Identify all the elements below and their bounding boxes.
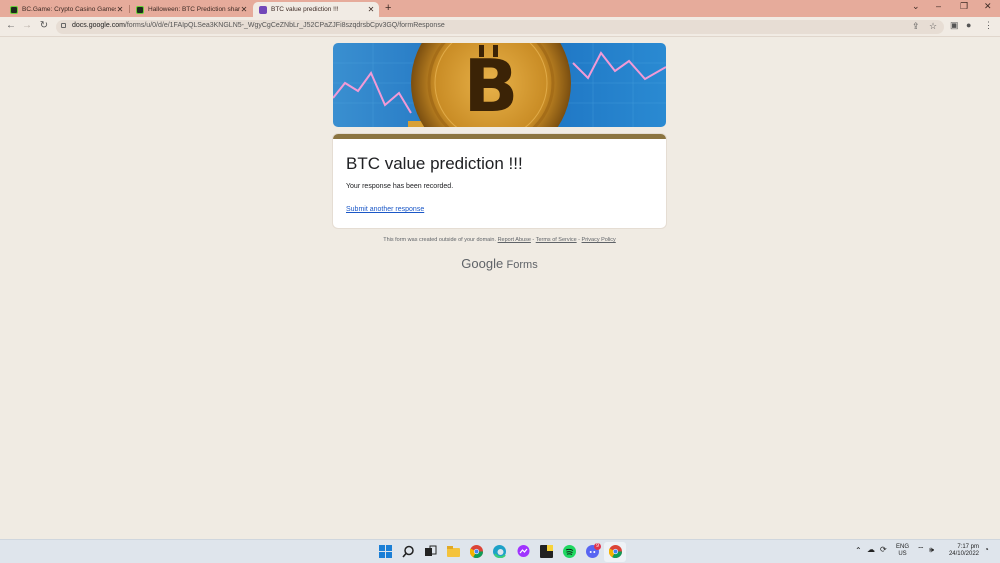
- forms-wordmark: Forms: [506, 259, 538, 271]
- submit-another-link[interactable]: Submit another response: [346, 206, 424, 213]
- edge-icon[interactable]: [493, 545, 506, 558]
- windows-taskbar: 9 ⌃ ☁ ⟳ ENG US ⌔ 🕪 7:17 pm 24/10/2022 ◔: [0, 539, 1000, 563]
- language-code: ENG: [896, 544, 910, 550]
- chevron-up-icon[interactable]: ⌃: [855, 546, 862, 555]
- domain-notice: This form was created outside of your do…: [383, 237, 497, 243]
- terms-link[interactable]: Terms of Service: [536, 237, 577, 243]
- form-title: BTC value prediction !!!: [346, 154, 523, 173]
- volume-icon[interactable]: 🕪: [929, 545, 934, 555]
- bitcoin-coin-image: B: [333, 43, 666, 127]
- menu-icon[interactable]: ⋮: [984, 20, 993, 31]
- cloud-icon[interactable]: ☁: [867, 545, 875, 554]
- lock-icon: [61, 23, 66, 28]
- response-card: BTC value prediction !!! Your response h…: [333, 134, 666, 228]
- messenger-icon[interactable]: [517, 545, 530, 558]
- confirmation-message: Your response has been recorded.: [346, 183, 454, 190]
- forward-icon[interactable]: →: [21, 20, 33, 31]
- time-text: 7:17 pm: [957, 544, 979, 550]
- close-tab-icon[interactable]: ✕: [240, 5, 248, 14]
- bc-game-icon: [10, 5, 18, 14]
- spotify-icon[interactable]: [563, 545, 576, 558]
- date-text: 24/10/2022: [948, 551, 979, 557]
- privacy-link[interactable]: Privacy Policy: [582, 237, 616, 243]
- bc-game-icon: [136, 5, 144, 14]
- svg-text:B: B: [464, 44, 519, 127]
- close-window-icon[interactable]: ✕: [984, 1, 992, 12]
- form-footer: This form was created outside of your do…: [333, 237, 666, 243]
- sidebar-icon[interactable]: ▣: [950, 20, 959, 31]
- minimize-icon[interactable]: –: [936, 1, 941, 11]
- chrome-active-icon[interactable]: [609, 545, 622, 558]
- new-tab-button[interactable]: +: [385, 2, 391, 14]
- google-forms-icon: [259, 5, 267, 14]
- search-icon[interactable]: [402, 545, 415, 558]
- tab-title: BTC value prediction !!!: [271, 6, 339, 13]
- share-icon[interactable]: ⇪: [912, 21, 920, 32]
- tab-strip: BC.Game: Crypto Casino Games & ✕ Hallowe…: [0, 0, 1000, 17]
- wifi-icon[interactable]: ⌔: [917, 545, 925, 555]
- tab-title: Halloween: BTC Prediction share: [148, 6, 240, 13]
- tab-btc-prediction[interactable]: BTC value prediction !!! ✕: [253, 2, 379, 17]
- region-code: US: [898, 551, 907, 557]
- report-abuse-link[interactable]: Report Abuse: [498, 237, 531, 243]
- sync-icon[interactable]: ⟳: [880, 545, 887, 554]
- google-forms-logo: Google Forms: [333, 256, 666, 271]
- tab-search-icon[interactable]: ⌄: [912, 1, 920, 12]
- sticky-notes-icon[interactable]: [540, 545, 553, 558]
- task-view-icon[interactable]: [424, 545, 437, 558]
- chrome-icon[interactable]: [470, 545, 483, 558]
- browser-toolbar: ← → ↻ docs.google.com/forms/u/0/d/e/1FAI…: [0, 17, 1000, 37]
- file-explorer-icon[interactable]: [447, 545, 460, 558]
- tab-title: BC.Game: Crypto Casino Games &: [22, 6, 116, 13]
- close-tab-icon[interactable]: ✕: [116, 5, 124, 14]
- notification-icon[interactable]: ◔: [984, 545, 989, 554]
- card-accent-bar: [333, 134, 666, 139]
- tab-bc-game[interactable]: BC.Game: Crypto Casino Games & ✕: [4, 2, 128, 17]
- discord-badge: 9: [594, 543, 601, 550]
- windows-start-icon[interactable]: [379, 545, 392, 558]
- back-icon[interactable]: ←: [5, 20, 17, 31]
- google-wordmark: Google: [461, 256, 504, 271]
- restore-icon[interactable]: ❐: [960, 1, 968, 12]
- reload-icon[interactable]: ↻: [38, 20, 50, 31]
- url-text: docs.google.com/forms/u/0/d/e/1FAIpQLSea…: [72, 22, 445, 29]
- tab-halloween[interactable]: Halloween: BTC Prediction share ✕: [130, 2, 252, 17]
- address-bar[interactable]: docs.google.com/forms/u/0/d/e/1FAIpQLSea…: [56, 20, 944, 34]
- profile-avatar-icon[interactable]: ●: [966, 20, 971, 30]
- clock[interactable]: 7:17 pm 24/10/2022: [945, 544, 979, 558]
- bookmark-star-icon[interactable]: ☆: [929, 21, 937, 32]
- close-tab-icon[interactable]: ✕: [367, 5, 375, 14]
- form-header-image: B: [333, 43, 666, 127]
- language-indicator[interactable]: ENG US: [896, 544, 909, 558]
